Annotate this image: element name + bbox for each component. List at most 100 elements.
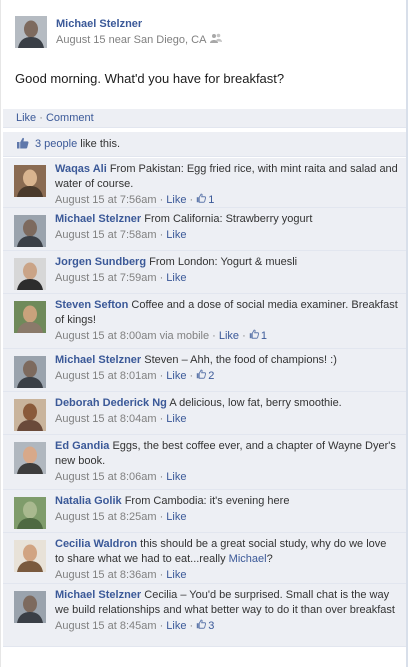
- meta-separator: ·: [156, 511, 167, 523]
- comment-like-link[interactable]: Like: [166, 569, 186, 581]
- comment-like-link[interactable]: Like: [166, 194, 186, 206]
- comment-item: Jorgen Sundberg From London: Yogurt & mu…: [3, 251, 406, 294]
- comment-timestamp[interactable]: August 15 at 7:56am: [55, 194, 157, 206]
- comment-like-link[interactable]: Like: [166, 413, 186, 425]
- commenter-avatar[interactable]: [14, 399, 46, 431]
- comment-timestamp[interactable]: August 15 at 7:59am: [55, 272, 157, 284]
- friends-icon: [210, 32, 223, 48]
- comment-author-link[interactable]: Ed Gandia: [55, 440, 109, 452]
- comment-author-link[interactable]: Michael Stelzner: [55, 213, 141, 225]
- comment-like-link[interactable]: Like: [166, 229, 186, 241]
- comment-author-link[interactable]: Deborah Dederick Ng: [55, 397, 167, 409]
- meta-separator: ·: [156, 370, 167, 382]
- comment-like-count[interactable]: 2: [196, 369, 214, 384]
- comment-body: Michael Stelzner Steven – Ahh, the food …: [55, 353, 398, 384]
- likes-summary: 3 people like this.: [3, 132, 406, 157]
- comment-timestamp[interactable]: August 15 at 8:45am: [55, 620, 157, 632]
- comment-timestamp[interactable]: August 15 at 8:25am: [55, 511, 157, 523]
- comment-like-link[interactable]: Like: [166, 620, 186, 632]
- comment-text: From London: Yogurt & muesli: [149, 256, 298, 268]
- comment-like-count[interactable]: 3: [196, 619, 214, 634]
- commenter-avatar[interactable]: [14, 540, 46, 572]
- avatar[interactable]: [15, 16, 47, 48]
- comment-body: Ed Gandia Eggs, the best coffee ever, an…: [55, 439, 398, 485]
- comment-like-link[interactable]: Like: [219, 330, 239, 342]
- comment-timestamp[interactable]: August 15 at 8:36am: [55, 569, 157, 581]
- action-separator: ·: [39, 112, 43, 124]
- comment-body: Michael Stelzner Cecilia – You'd be surp…: [55, 588, 398, 634]
- post-header: Michael Stelzner August 15 near San Dieg…: [15, 16, 223, 50]
- comment-meta: August 15 at 8:45am · Like · 3: [55, 619, 398, 634]
- comment-meta: August 15 at 8:36am · Like: [55, 568, 398, 583]
- comment-timestamp[interactable]: August 15 at 8:06am: [55, 471, 157, 483]
- comment-list: Waqas Ali From Pakistan: Egg fried rice,…: [3, 158, 406, 647]
- comment-author-link[interactable]: Steven Sefton: [55, 299, 128, 311]
- comment-item: Michael Stelzner Cecilia – You'd be surp…: [3, 584, 406, 647]
- comment-author-link[interactable]: Waqas Ali: [55, 163, 107, 175]
- comment-text: From Pakistan: Egg fried rice, with mint…: [55, 163, 398, 190]
- comment-body: Steven Sefton Coffee and a dose of socia…: [55, 298, 398, 344]
- comment-item: Ed Gandia Eggs, the best coffee ever, an…: [3, 435, 406, 490]
- comment-text: A delicious, low fat, berry smoothie.: [169, 397, 342, 409]
- thumbs-up-icon: [196, 369, 208, 384]
- post-timestamp: August 15 near San Diego, CA: [56, 32, 223, 48]
- commenter-avatar[interactable]: [14, 258, 46, 290]
- comment-item: Cecilia Waldron this should be a great s…: [3, 533, 406, 584]
- comment-item: Deborah Dederick Ng A delicious, low fat…: [3, 392, 406, 435]
- commenter-avatar[interactable]: [14, 497, 46, 529]
- like-count-number: 2: [208, 370, 215, 382]
- comment-timestamp[interactable]: August 15 at 7:58am: [55, 229, 157, 241]
- comment-meta: August 15 at 8:06am · Like: [55, 470, 398, 485]
- comment-like-count[interactable]: 1: [196, 193, 214, 208]
- commenter-avatar[interactable]: [14, 442, 46, 474]
- comment-timestamp[interactable]: August 15 at 8:00am via mobile: [55, 330, 209, 342]
- comment-meta: August 15 at 8:00am via mobile · Like · …: [55, 329, 398, 344]
- right-border: [406, 0, 408, 667]
- commenter-avatar[interactable]: [14, 591, 46, 623]
- meta-separator: ·: [186, 370, 197, 382]
- likes-suffix: like this.: [80, 138, 121, 150]
- comment-meta: August 15 at 7:58am · Like: [55, 228, 398, 243]
- comment-text: From Cambodia: it's evening here: [124, 495, 290, 507]
- comment-item: Steven Sefton Coffee and a dose of socia…: [3, 294, 406, 349]
- comment-body: Jorgen Sundberg From London: Yogurt & mu…: [55, 255, 398, 286]
- thumbs-up-icon: [249, 329, 261, 344]
- comment-author-link[interactable]: Michael Stelzner: [55, 589, 141, 601]
- comment-like-count[interactable]: 1: [249, 329, 267, 344]
- comment-body: Michael Stelzner From California: Strawb…: [55, 212, 398, 243]
- post-author-link[interactable]: Michael Stelzner: [56, 16, 222, 32]
- comment-author-link[interactable]: Cecilia Waldron: [55, 538, 137, 550]
- comment-timestamp[interactable]: August 15 at 8:01am: [55, 370, 157, 382]
- mention-link[interactable]: Michael: [229, 553, 267, 565]
- comment-meta: August 15 at 8:01am · Like · 2: [55, 369, 398, 384]
- meta-separator: ·: [156, 194, 167, 206]
- commenter-avatar[interactable]: [14, 356, 46, 388]
- post-time-text[interactable]: August 15 near San Diego, CA: [56, 32, 206, 48]
- meta-separator: ·: [186, 194, 197, 206]
- comment-author-link[interactable]: Michael Stelzner: [55, 354, 141, 366]
- meta-separator: ·: [156, 272, 167, 284]
- comment-item: Michael Stelzner Steven – Ahh, the food …: [3, 349, 406, 392]
- like-count-number: 1: [260, 330, 267, 342]
- comment-text: From California: Strawberry yogurt: [144, 213, 313, 225]
- comment-item: Michael Stelzner From California: Strawb…: [3, 208, 406, 251]
- comment-item: Waqas Ali From Pakistan: Egg fried rice,…: [3, 158, 406, 208]
- like-link[interactable]: Like: [16, 112, 36, 124]
- comment-link[interactable]: Comment: [46, 112, 94, 124]
- post-actions: Like · Comment: [3, 109, 406, 128]
- commenter-avatar[interactable]: [14, 165, 46, 197]
- comment-like-link[interactable]: Like: [166, 272, 186, 284]
- comment-author-link[interactable]: Jorgen Sundberg: [55, 256, 146, 268]
- commenter-avatar[interactable]: [14, 301, 46, 333]
- comment-author-link[interactable]: Natalia Golik: [55, 495, 122, 507]
- comment-like-link[interactable]: Like: [166, 370, 186, 382]
- commenter-avatar[interactable]: [14, 215, 46, 247]
- like-count-number: 1: [208, 194, 215, 206]
- likers-link[interactable]: 3 people: [35, 138, 77, 150]
- comment-timestamp[interactable]: August 15 at 8:04am: [55, 413, 157, 425]
- comment-like-link[interactable]: Like: [166, 471, 186, 483]
- comment-item: Natalia Golik From Cambodia: it's evenin…: [3, 490, 406, 533]
- comment-like-link[interactable]: Like: [166, 511, 186, 523]
- meta-separator: ·: [209, 330, 219, 342]
- meta-separator: ·: [239, 330, 249, 342]
